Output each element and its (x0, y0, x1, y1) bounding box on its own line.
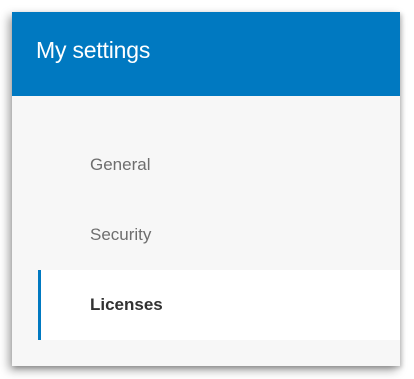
nav-item-licenses[interactable]: Licenses (38, 270, 400, 340)
nav-item-label: Licenses (90, 295, 163, 314)
settings-header: My settings (12, 12, 400, 96)
nav-item-general[interactable]: General (12, 130, 400, 200)
nav-item-label: Security (90, 225, 152, 244)
page-title: My settings (36, 36, 151, 63)
settings-nav: General Security Licenses (12, 130, 400, 340)
nav-item-security[interactable]: Security (12, 200, 400, 270)
settings-panel: My settings General Security Licenses (12, 12, 400, 366)
nav-item-label: General (90, 155, 151, 174)
